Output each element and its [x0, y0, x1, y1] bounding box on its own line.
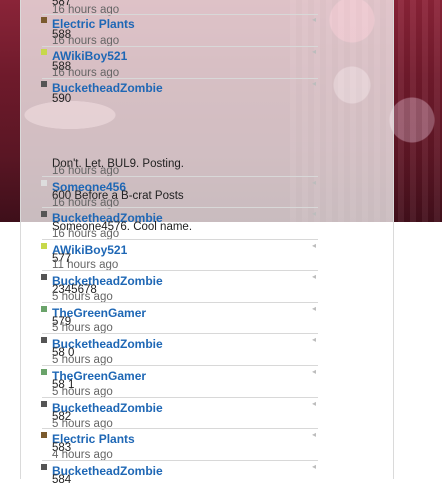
reply-arrow-icon[interactable]: ◂	[312, 400, 318, 408]
reply-arrow-icon[interactable]: ◂	[312, 48, 318, 56]
separator	[42, 365, 318, 366]
reply-arrow-icon[interactable]: ◂	[312, 16, 318, 24]
avatar[interactable]	[41, 337, 47, 343]
avatar[interactable]	[41, 306, 47, 312]
activity-feed: 587 16 hours ago Electric Plants ◂ 588 1…	[0, 0, 442, 486]
separator	[42, 428, 318, 429]
avatar[interactable]	[41, 81, 47, 87]
reply-arrow-icon[interactable]: ◂	[312, 305, 318, 313]
timestamp: 5 hours ago	[52, 418, 113, 430]
separator	[42, 333, 318, 334]
avatar[interactable]	[41, 274, 47, 280]
reply-arrow-icon[interactable]: ◂	[312, 179, 318, 187]
avatar[interactable]	[41, 369, 47, 375]
avatar[interactable]	[41, 464, 47, 470]
reply-arrow-icon[interactable]: ◂	[312, 368, 318, 376]
message-text: 584	[52, 474, 72, 486]
avatar[interactable]	[41, 49, 47, 55]
separator	[42, 176, 318, 177]
avatar[interactable]	[41, 211, 47, 217]
reply-arrow-icon[interactable]: ◂	[312, 242, 318, 250]
timestamp: 16 hours ago	[52, 197, 120, 209]
separator	[42, 397, 318, 398]
avatar[interactable]	[41, 17, 47, 23]
separator	[42, 302, 318, 303]
reply-arrow-icon[interactable]: ◂	[312, 80, 318, 88]
separator	[42, 78, 318, 79]
reply-arrow-icon[interactable]: ◂	[312, 336, 318, 344]
reply-arrow-icon[interactable]: ◂	[312, 210, 318, 218]
timestamp: 16 hours ago	[52, 4, 120, 16]
avatar[interactable]	[41, 243, 47, 249]
avatar[interactable]	[41, 180, 47, 186]
separator	[42, 270, 318, 271]
avatar[interactable]	[41, 432, 47, 438]
separator	[42, 14, 318, 15]
separator	[42, 460, 318, 461]
separator	[42, 207, 318, 208]
reply-arrow-icon[interactable]: ◂	[312, 463, 318, 471]
avatar[interactable]	[41, 401, 47, 407]
separator	[42, 239, 318, 240]
separator	[42, 46, 318, 47]
reply-arrow-icon[interactable]: ◂	[312, 273, 318, 281]
reply-arrow-icon[interactable]: ◂	[312, 431, 318, 439]
message-text: 590	[52, 93, 72, 105]
